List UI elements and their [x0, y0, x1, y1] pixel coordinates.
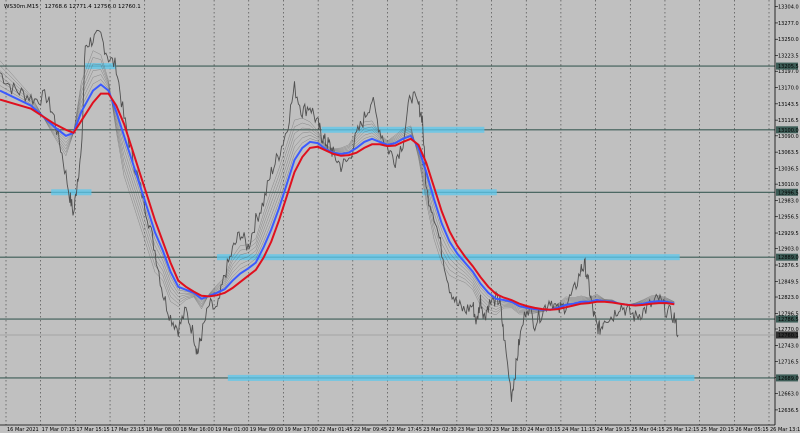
price-tick-label: 13090.0 — [778, 134, 799, 140]
time-tick-label: 22 Mar 17:45 — [389, 427, 422, 433]
price-tick-label: 13116.5 — [778, 118, 799, 124]
level-label: 12996.5 — [778, 190, 799, 196]
price-tick-label: 13170.0 — [778, 86, 799, 92]
time-tick-label: 25 Mar 12:15 — [666, 427, 699, 433]
price-tick-label: 12636.5 — [778, 408, 799, 414]
current-price-label: 12760.1 — [778, 333, 799, 339]
price-tick-label: 13250.0 — [778, 37, 799, 43]
time-axis: 16 Mar 2021 17 Mar 07:15 17 Mar 15:15 17 Ma… — [0, 424, 800, 433]
price-tick-label: 13304.0 — [778, 5, 799, 11]
ohlc-label: 12768.6 12771.4 12756.0 12760.1 — [45, 4, 141, 10]
time-tick-label: 19 Mar 01:00 — [215, 427, 248, 433]
time-tick-label: 23 Mar 18:30 — [493, 427, 526, 433]
time-tick-label: 22 Mar 01:45 — [319, 427, 352, 433]
price-tick-label: 13143.5 — [778, 102, 799, 108]
level-label: 12786.5 — [778, 317, 799, 323]
price-tick-label: 12903.0 — [778, 247, 799, 253]
level-labels: 13205.5 13100.0 12996.5 12889.0 12786.5 12689… — [776, 62, 799, 382]
time-tick-label: 24 Mar 03:15 — [527, 427, 560, 433]
level-zone — [85, 63, 117, 70]
time-tick-label: 23 Mar 10:30 — [458, 427, 491, 433]
time-tick-label: 19 Mar 09:00 — [250, 427, 283, 433]
time-tick-label: 17 Mar 07:15 — [42, 427, 75, 433]
level-label: 12889.0 — [778, 255, 799, 261]
time-tick-label: 24 Mar 19:15 — [597, 427, 630, 433]
time-tick-label: 18 Mar 16:00 — [180, 427, 213, 433]
time-tick-label: 22 Mar 09:45 — [354, 427, 387, 433]
time-tick-label: 26 Mar 05:15 — [735, 427, 768, 433]
chart-window[interactable]: 13304.0 13277.0 13250.0 13223.5 13197.0 13170… — [0, 0, 800, 433]
price-tick-label: 13277.0 — [778, 21, 799, 27]
time-tick-label: 23 Mar 02:30 — [423, 427, 456, 433]
level-label: 13205.5 — [778, 64, 799, 70]
level-label: 12689.0 — [778, 376, 799, 382]
price-tick-label: 13010.0 — [778, 182, 799, 188]
time-tick-label: 17 Mar 15:15 — [76, 427, 109, 433]
price-tick-label: 13197.0 — [778, 69, 799, 75]
price-tick-label: 12663.0 — [778, 392, 799, 398]
time-tick-label: 17 Mar 23:15 — [111, 427, 144, 433]
price-tick-label: 13036.5 — [778, 166, 799, 172]
price-tick-label: 12849.5 — [778, 279, 799, 285]
price-chart[interactable]: 13304.0 13277.0 13250.0 13223.5 13197.0 13170… — [0, 0, 800, 433]
time-tick-label: 18 Mar 08:00 — [146, 427, 179, 433]
time-tick-label: 16 Mar 2021 — [7, 427, 39, 433]
time-tick-label: 19 Mar 17:00 — [284, 427, 317, 433]
symbol-label: WS30m.M15 — [4, 4, 39, 10]
time-tick-label: 26 Mar 13:15 — [770, 427, 800, 433]
time-tick-label: 24 Mar 11:15 — [562, 427, 595, 433]
time-tick-label: 25 Mar 20:15 — [701, 427, 734, 433]
price-tick-label: 13223.5 — [778, 54, 799, 60]
price-tick-label: 12743.0 — [778, 343, 799, 349]
price-tick-label: 12956.5 — [778, 215, 799, 221]
price-tick-label: 13063.5 — [778, 150, 799, 156]
price-tick-label: 12983.0 — [778, 198, 799, 204]
level-label: 13100.0 — [778, 128, 799, 134]
price-tick-label: 12716.5 — [778, 360, 799, 366]
chart-info: WS30m.M15 12768.6 12771.4 12756.0 12760.… — [4, 4, 141, 10]
level-zone — [321, 126, 485, 133]
level-zone — [217, 254, 680, 261]
price-tick-label: 12929.5 — [778, 231, 799, 237]
price-tick-label: 12876.5 — [778, 263, 799, 269]
time-tick-label: 25 Mar 04:15 — [631, 427, 664, 433]
level-zone — [227, 374, 695, 381]
level-zone — [51, 189, 92, 196]
price-tick-label: 12823.0 — [778, 295, 799, 301]
